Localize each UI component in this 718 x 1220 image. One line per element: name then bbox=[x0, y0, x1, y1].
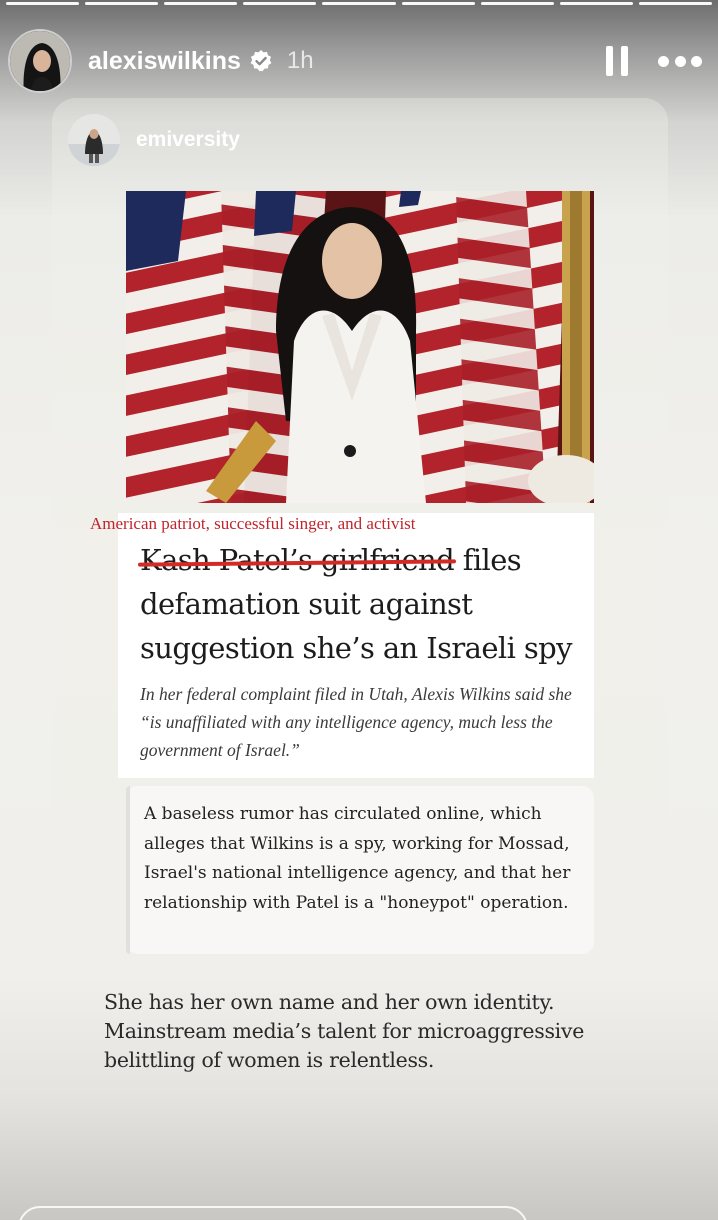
post-caption: She has her own name and her own identit… bbox=[104, 990, 585, 1072]
news-headline: Kash Patel’s girlfriend files defamation… bbox=[140, 538, 590, 670]
headline-line: suggestion she’s an Israeli spy bbox=[140, 631, 573, 665]
headline-line: defamation suit against bbox=[140, 587, 473, 621]
news-dek: In her federal complaint filed in Utah, … bbox=[140, 684, 572, 760]
progress-segment bbox=[638, 2, 712, 5]
progress-segment bbox=[85, 2, 159, 5]
more-icon[interactable] bbox=[658, 54, 702, 68]
progress-segment bbox=[480, 2, 554, 5]
avatar[interactable] bbox=[8, 29, 72, 93]
progress-segment bbox=[243, 2, 317, 5]
news-photo bbox=[126, 191, 594, 503]
progress-segment bbox=[6, 2, 80, 5]
story-progress-bars bbox=[6, 2, 712, 6]
progress-segment bbox=[401, 2, 475, 5]
progress-segment bbox=[322, 2, 396, 5]
shared-post-username[interactable]: emiversity bbox=[136, 128, 240, 152]
progress-segment bbox=[164, 2, 238, 5]
username[interactable]: alexiswilkins bbox=[88, 47, 241, 76]
quote-bar bbox=[126, 786, 130, 954]
progress-segment bbox=[559, 2, 633, 5]
shared-post-avatar[interactable] bbox=[68, 114, 120, 166]
quote-block: A baseless rumor has circulated online, … bbox=[126, 786, 594, 954]
pause-icon[interactable] bbox=[606, 46, 628, 76]
verified-badge-icon bbox=[249, 49, 273, 73]
post-time: 1h bbox=[286, 47, 314, 74]
headline-part: files bbox=[454, 543, 522, 577]
shared-post-header: emiversity bbox=[68, 114, 240, 166]
struck-text: Kash Patel’s girlfriend bbox=[140, 543, 455, 577]
quote-text: A baseless rumor has circulated online, … bbox=[144, 804, 571, 913]
story-header: alexiswilkins 1h bbox=[8, 28, 702, 94]
reply-input[interactable] bbox=[18, 1206, 528, 1220]
news-kicker: American patriot, successful singer, and… bbox=[90, 514, 416, 533]
